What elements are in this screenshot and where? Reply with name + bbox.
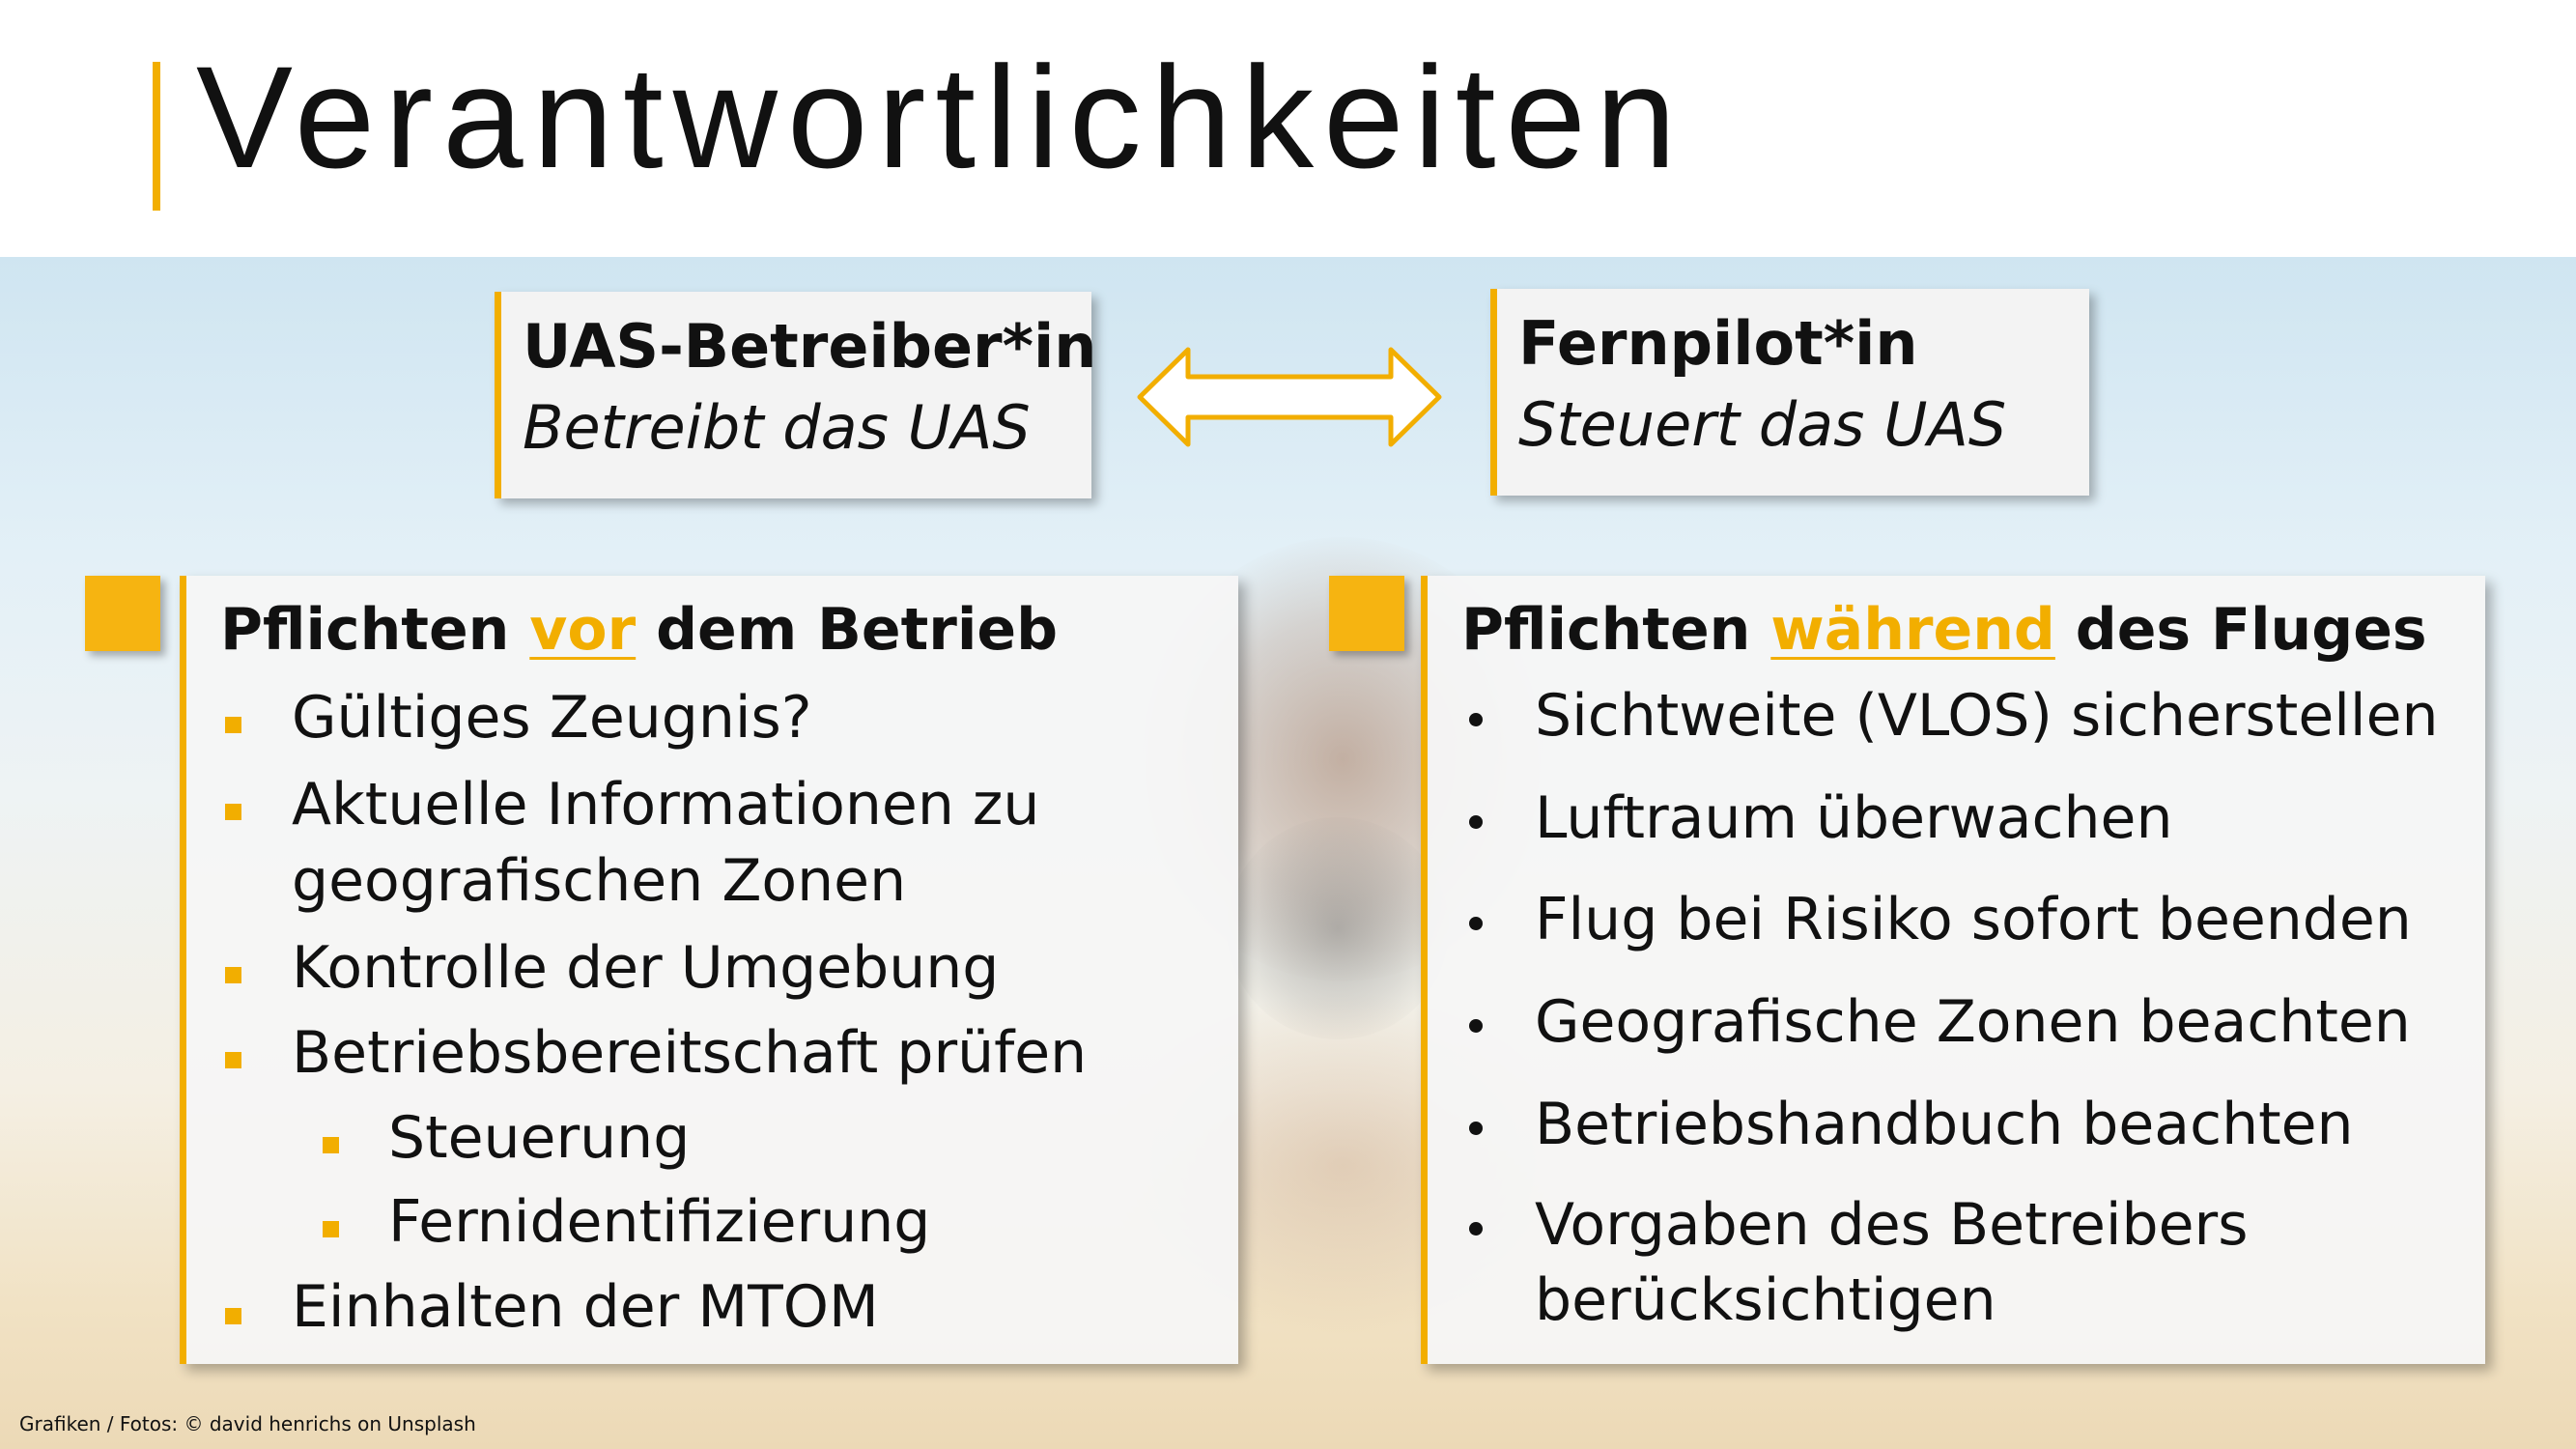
page-title: Verantwortlichkeiten [196,36,1686,198]
list-item-continuation: berücksichtigen [1535,1266,1996,1334]
dot-bullet-icon [1469,815,1483,829]
panel-before-title: Pflichten vor dem Betrieb [220,601,1058,659]
panel-marker-square-icon [85,576,160,651]
square-bullet-icon [225,1308,241,1324]
square-bullet-icon [225,967,241,983]
panel-before-title-highlight: vor [529,596,637,664]
role-box-operator: UAS-Betreiber*in Betreibt das UAS [495,292,1096,498]
role-operator-title: UAS-Betreiber*in [523,311,1097,382]
list-item: Flug bei Risiko sofort beenden [1535,886,2412,953]
list-item: Kontrolle der Umgebung [292,934,1000,1002]
panel-before-title-part2: dem Betrieb [636,596,1059,664]
dot-bullet-icon [1469,1122,1483,1135]
list-item: Vorgaben des Betreibers [1535,1191,2249,1259]
square-bullet-icon [225,717,241,733]
list-item: Einhalten der MTOM [292,1273,879,1341]
square-bullet-icon [225,1052,241,1068]
dot-bullet-icon [1469,1222,1483,1236]
role-operator-subtitle: Betreibt das UAS [523,392,1031,463]
photo-credit: Grafiken / Fotos: © david henrichs on Un… [19,1412,476,1435]
square-bullet-icon [323,1137,339,1153]
panel-marker-square-icon [1329,576,1404,651]
square-bullet-icon [323,1221,339,1237]
list-item-continuation: geografischen Zonen [292,847,907,915]
panel-during-flight: Pflichten während des Fluges Sichtweite … [1421,576,2485,1364]
list-item: Betriebsbereitschaft prüfen [292,1019,1088,1087]
panel-during-title: Pflichten während des Fluges [1461,601,2427,659]
square-bullet-icon [225,804,241,820]
panel-during-title-highlight: während [1770,596,2055,664]
list-item: Luftraum überwachen [1535,784,2173,852]
role-pilot-title: Fernpilot*in [1518,308,1918,379]
list-item: Betriebshandbuch beachten [1535,1091,2354,1158]
panel-before-operation: Pflichten vor dem Betrieb Gültiges Zeugn… [180,576,1238,1364]
list-item: Gültiges Zeugnis? [292,684,812,752]
list-subitem: Fernidentifizierung [388,1188,931,1256]
panel-before-title-part1: Pflichten [220,596,530,664]
slide-header: Verantwortlichkeiten [0,0,2576,257]
role-pilot-subtitle: Steuert das UAS [1518,389,2007,460]
dot-bullet-icon [1469,713,1483,726]
panel-during-title-part2: des Fluges [2054,596,2427,664]
list-item: Geografische Zonen beachten [1535,988,2411,1056]
dot-bullet-icon [1469,917,1483,930]
list-item: Sichtweite (VLOS) sicherstellen [1535,682,2439,750]
role-box-remote-pilot: Fernpilot*in Steuert das UAS [1490,289,2089,496]
dot-bullet-icon [1469,1019,1483,1033]
title-accent-bar [153,62,160,211]
panel-during-title-part1: Pflichten [1461,596,1771,664]
list-item: Aktuelle Informationen zu [292,771,1040,838]
double-arrow-icon [1132,340,1447,454]
list-subitem: Steuerung [388,1104,691,1172]
